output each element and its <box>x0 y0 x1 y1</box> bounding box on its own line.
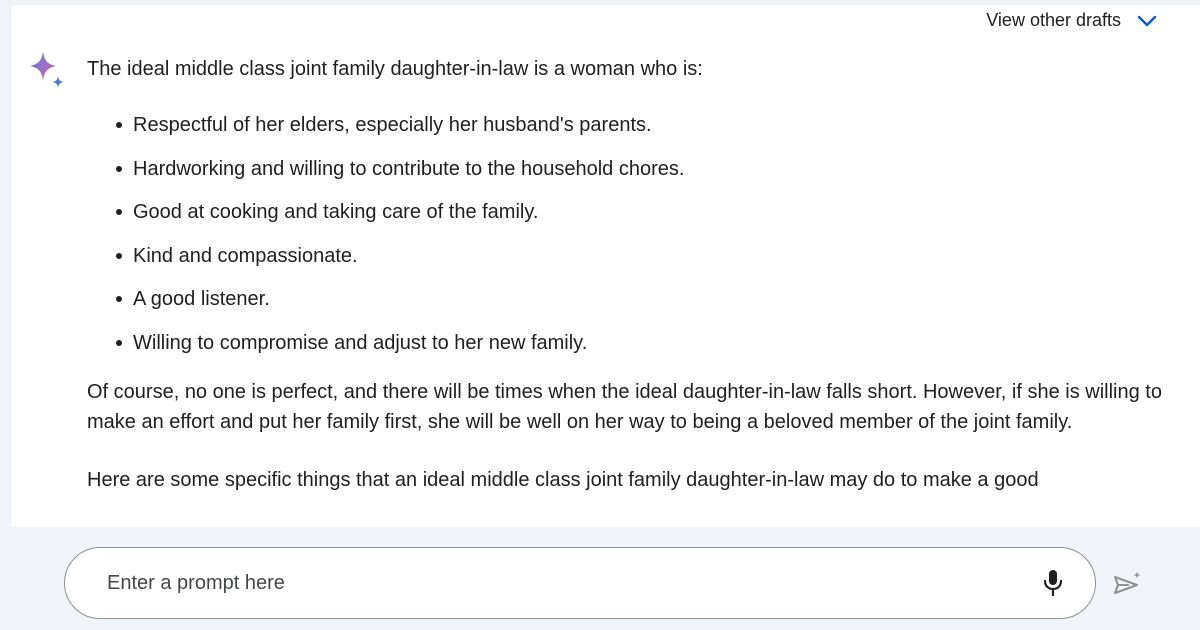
response-paragraph: Of course, no one is perfect, and there … <box>87 380 1162 433</box>
prompt-bar <box>64 547 1096 619</box>
bullet-item: Respectful of her elders, especially her… <box>116 110 1167 140</box>
bullet-item: Kind and compassionate. <box>116 241 1167 271</box>
bullet-item: A good listener. <box>116 284 1167 314</box>
sparkle-logo-icon <box>28 49 68 89</box>
chevron-down-icon <box>1137 14 1157 28</box>
view-other-drafts-label: View other drafts <box>986 10 1121 30</box>
bullet-list: Respectful of her elders, especially her… <box>87 110 1167 358</box>
response-intro: The ideal middle class joint family daug… <box>87 58 703 80</box>
view-other-drafts-button[interactable]: View other drafts <box>986 10 1157 31</box>
send-icon[interactable] <box>1110 568 1144 602</box>
prompt-input[interactable] <box>105 570 1039 596</box>
response-card: View other drafts The ideal middle class… <box>10 4 1200 527</box>
response-body: The ideal middle class joint family daug… <box>87 54 1167 495</box>
bullet-item: Good at cooking and taking care of the f… <box>116 197 1167 227</box>
microphone-icon[interactable] <box>1039 569 1067 597</box>
bullet-item: Willing to compromise and adjust to her … <box>116 328 1167 358</box>
bullet-item: Hardworking and willing to contribute to… <box>116 154 1167 184</box>
response-cut-off-line: Here are some specific things that an id… <box>87 468 1039 491</box>
